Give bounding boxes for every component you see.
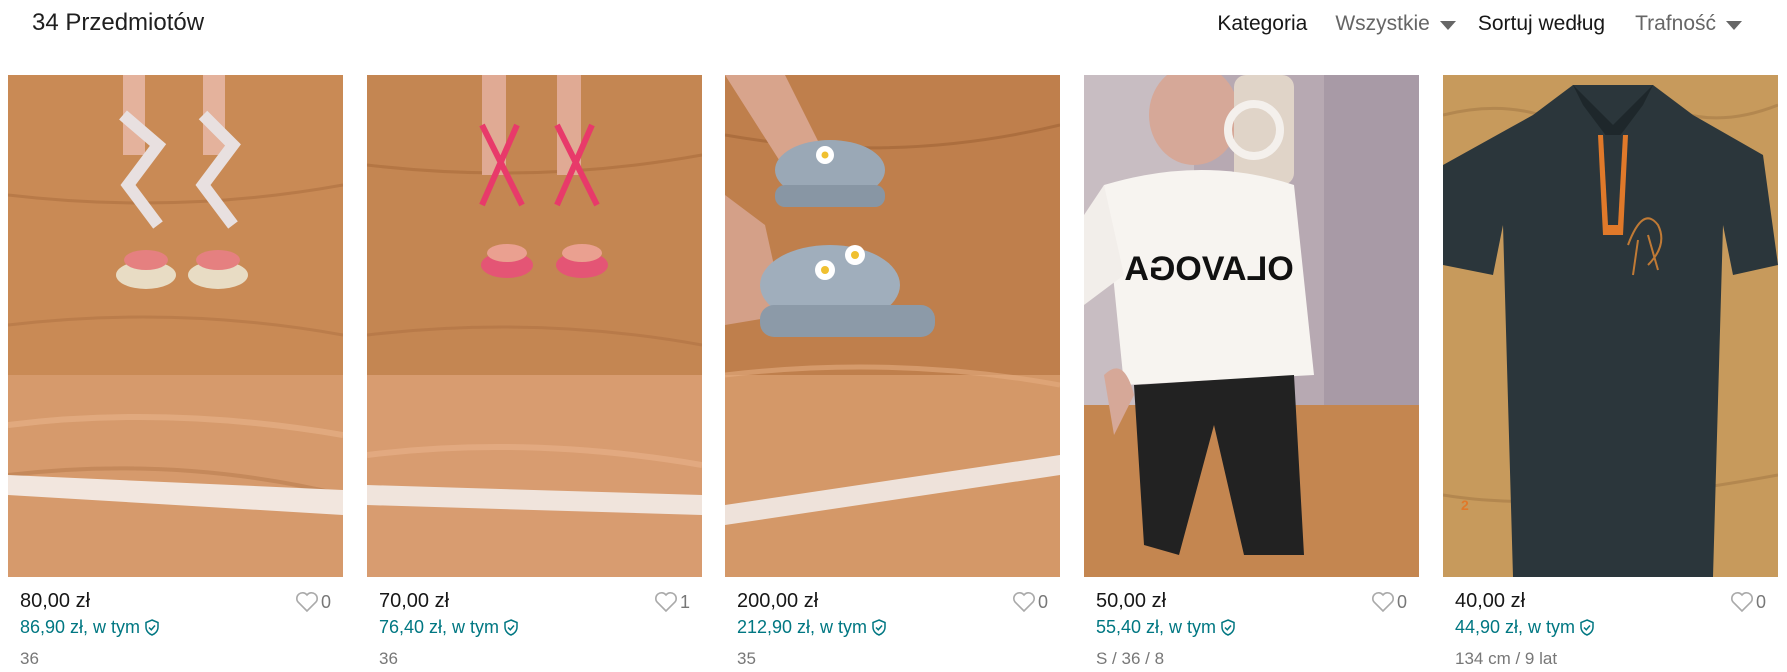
item-photo-polo[interactable]: 2	[1443, 75, 1778, 577]
item-total-price[interactable]: 212,90 zł, w tym	[737, 617, 887, 638]
category-dropdown[interactable]: Wszystkie	[1335, 12, 1456, 36]
shield-check-icon	[872, 619, 886, 636]
item-total-price[interactable]: 86,90 zł, w tym	[20, 617, 160, 638]
svg-text:OLAVOGA: OLAVOGA	[1124, 250, 1293, 288]
heart-icon	[295, 592, 318, 613]
heart-icon	[654, 592, 677, 613]
item-count: 34 Przedmiotów	[32, 9, 205, 36]
item-total-price[interactable]: 55,40 zł, w tym	[1096, 617, 1236, 638]
item-photo-sandals-pink[interactable]	[367, 75, 702, 577]
total-price-text: 76,40 zł, w tym	[379, 617, 500, 637]
shield-check-icon	[504, 619, 518, 636]
favorite-count: 1	[679, 591, 690, 612]
filter-bar: Kategoria Wszystkie Sortuj według Trafno…	[1217, 12, 1742, 36]
category-label: Kategoria	[1217, 12, 1308, 35]
favorite-count: 0	[1396, 591, 1407, 612]
item-size: 134 cm / 9 lat	[1455, 649, 1558, 668]
shield-check-icon	[1580, 619, 1594, 636]
item-photo-clogs[interactable]	[725, 75, 1060, 577]
favorite-count: 0	[1037, 591, 1048, 612]
favorite-count: 0	[320, 591, 331, 612]
favorite-button[interactable]: 0	[1730, 591, 1766, 613]
shield-check-icon	[1221, 619, 1235, 636]
chevron-down-icon	[1439, 20, 1456, 30]
favorite-button[interactable]: 1	[654, 591, 690, 613]
item-total-price[interactable]: 76,40 zł, w tym	[379, 617, 519, 638]
favorite-button[interactable]: 0	[1012, 591, 1048, 613]
svg-text:2: 2	[1461, 497, 1469, 513]
heart-icon	[1371, 592, 1394, 613]
item-photo-tshirt[interactable]: OLAVOGA	[1084, 75, 1419, 577]
item-size: 36	[379, 649, 398, 668]
favorite-count: 0	[1755, 591, 1766, 612]
category-value: Wszystkie	[1335, 12, 1430, 35]
item-photo-sandals-floral[interactable]	[8, 75, 343, 577]
heart-icon	[1012, 592, 1035, 613]
sort-dropdown[interactable]: Trafność	[1635, 12, 1742, 36]
item-size: 35	[737, 649, 756, 668]
favorite-button[interactable]: 0	[1371, 591, 1407, 613]
catalog-toolbar: 34 Przedmiotów Kategoria Wszystkie Sortu…	[0, 0, 1787, 50]
sort-value: Trafność	[1635, 12, 1716, 35]
total-price-text: 55,40 zł, w tym	[1096, 617, 1217, 637]
item-price: 50,00 zł	[1096, 590, 1167, 612]
item-price: 200,00 zł	[737, 590, 819, 612]
total-price-text: 44,90 zł, w tym	[1455, 617, 1576, 637]
heart-icon	[1730, 592, 1753, 613]
favorite-button[interactable]: 0	[295, 591, 331, 613]
item-price: 40,00 zł	[1455, 590, 1526, 612]
item-total-price[interactable]: 44,90 zł, w tym	[1455, 617, 1595, 638]
shield-check-icon	[145, 619, 159, 636]
total-price-text: 212,90 zł, w tym	[737, 617, 868, 637]
item-price: 70,00 zł	[379, 590, 450, 612]
total-price-text: 86,90 zł, w tym	[20, 617, 141, 637]
item-size: S / 36 / 8	[1096, 649, 1165, 668]
chevron-down-icon	[1726, 20, 1742, 30]
item-price: 80,00 zł	[20, 590, 91, 612]
sort-label: Sortuj według	[1477, 12, 1606, 35]
item-size: 36	[20, 649, 39, 668]
